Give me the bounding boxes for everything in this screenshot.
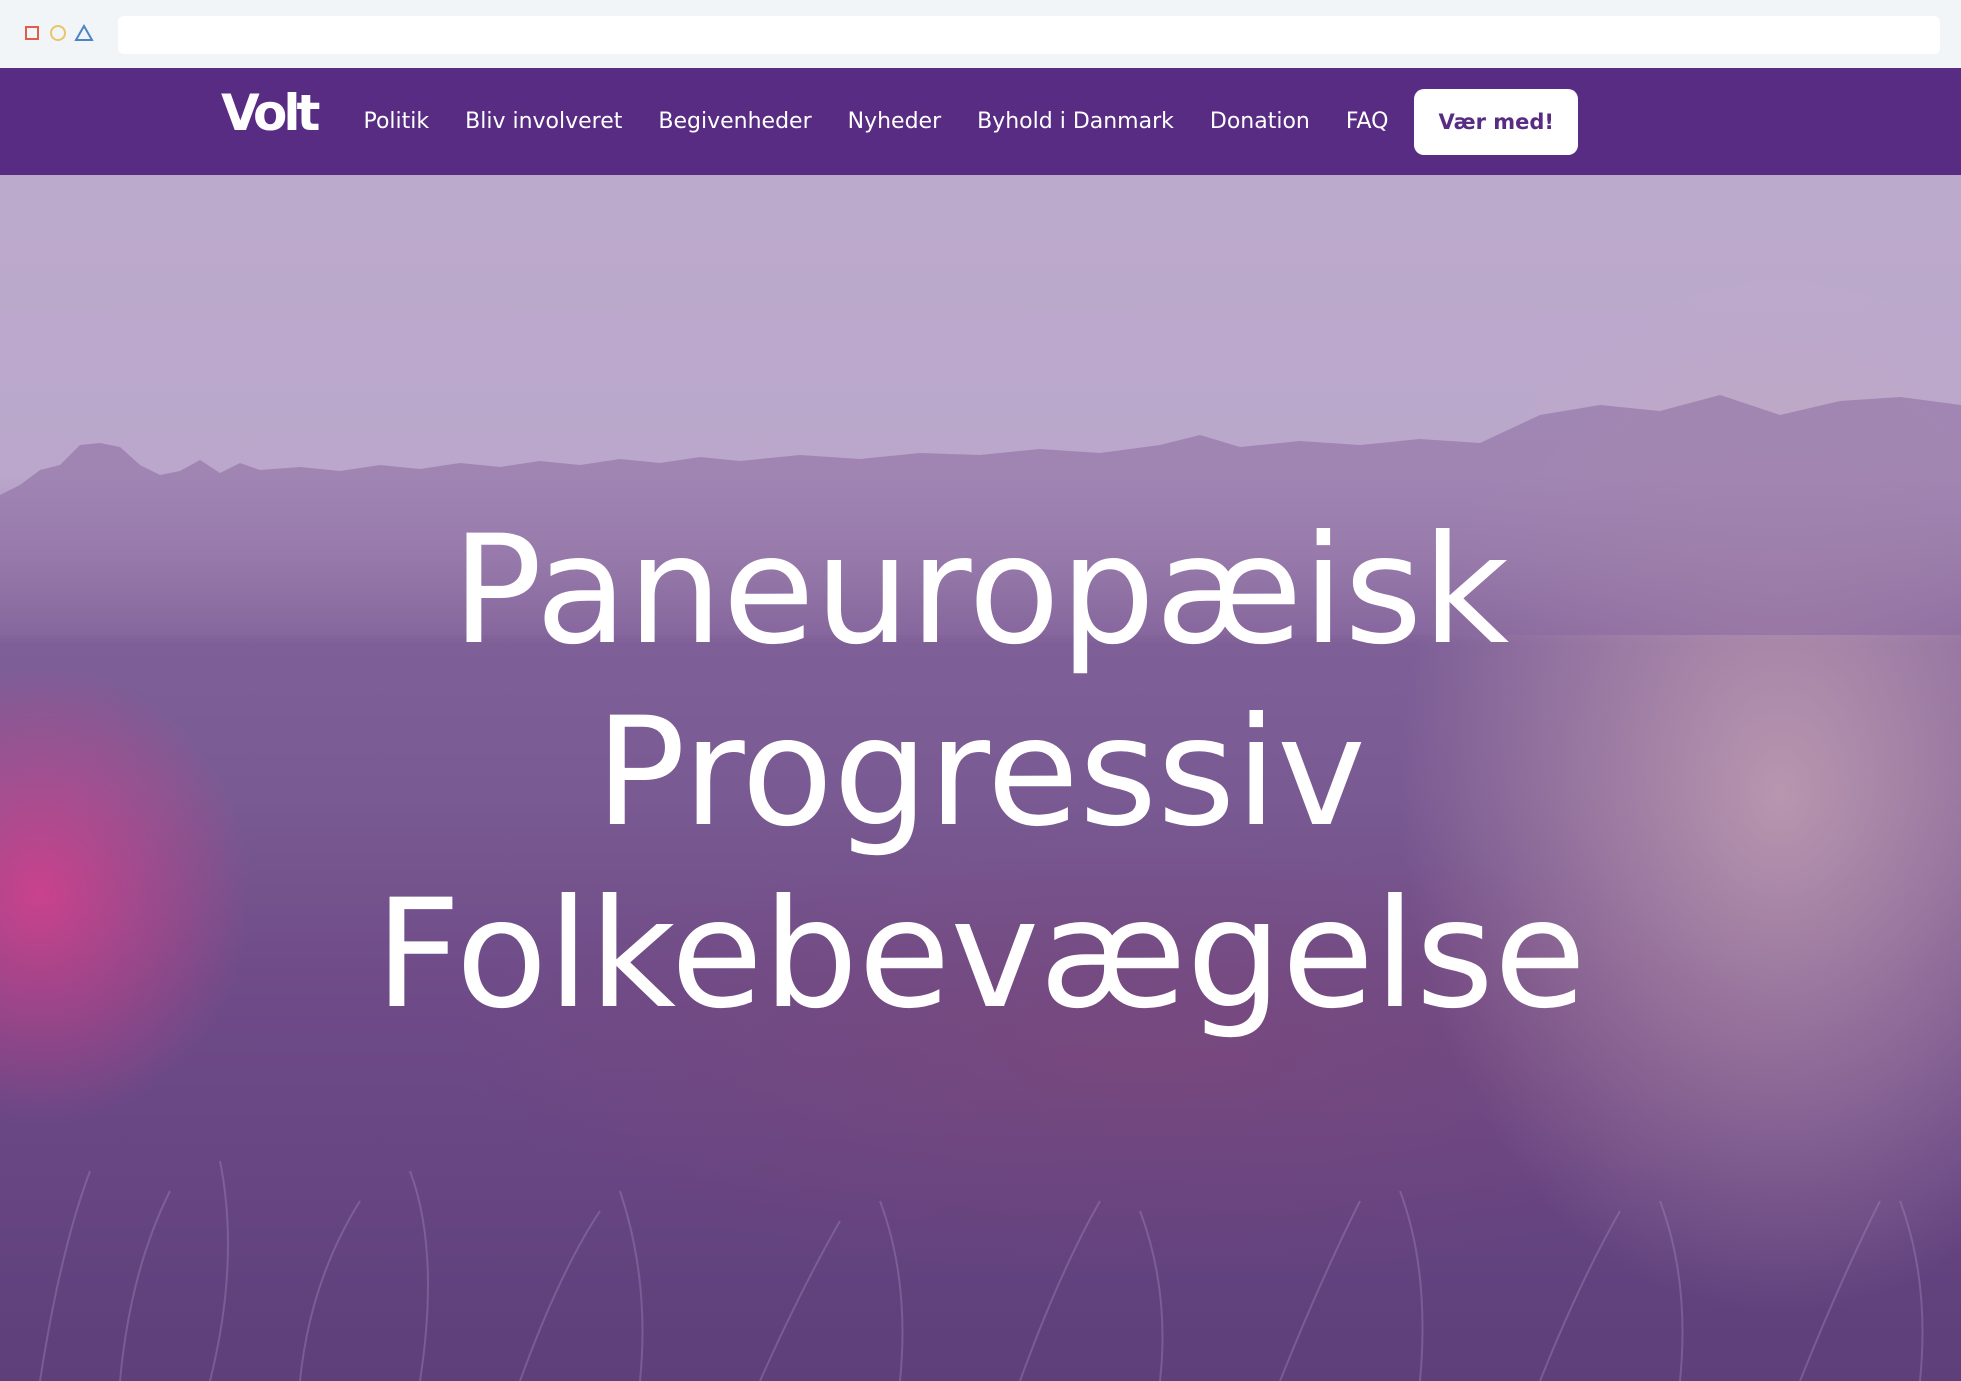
minimize-circle-icon[interactable] bbox=[50, 25, 66, 41]
browser-window: Volt Politik Bliv involveret Begivenhede… bbox=[0, 0, 1961, 1381]
hero-line-2: Progressiv bbox=[595, 686, 1366, 860]
browser-chrome bbox=[0, 0, 1961, 68]
nav-link-donation[interactable]: Donation bbox=[1210, 109, 1310, 134]
nav-link-begivenheder[interactable]: Begivenheder bbox=[658, 109, 811, 134]
address-bar[interactable] bbox=[118, 16, 1940, 54]
main-navigation: Volt Politik Bliv involveret Begivenhede… bbox=[0, 68, 1961, 175]
triangle-icon bbox=[74, 23, 94, 41]
hero-section: Paneuropæisk Progressiv Folkebevægelse bbox=[0, 175, 1961, 1381]
nav-link-faq[interactable]: FAQ bbox=[1346, 109, 1389, 134]
hero-headline: Paneuropæisk Progressiv Folkebevægelse bbox=[0, 500, 1961, 1046]
nav-link-byhold-i-danmark[interactable]: Byhold i Danmark bbox=[977, 109, 1174, 134]
nav-link-bliv-involveret[interactable]: Bliv involveret bbox=[465, 109, 622, 134]
maximize-triangle-icon[interactable] bbox=[74, 23, 94, 42]
volt-logo[interactable]: Volt bbox=[221, 88, 320, 138]
hero-line-1: Paneuropæisk bbox=[451, 504, 1510, 678]
grass-foreground bbox=[39, 1160, 1924, 1381]
close-square-icon[interactable] bbox=[25, 26, 39, 40]
page-viewport: Volt Politik Bliv involveret Begivenhede… bbox=[0, 68, 1961, 1381]
hero-line-3: Folkebevægelse bbox=[374, 868, 1587, 1042]
nav-link-politik[interactable]: Politik bbox=[363, 109, 429, 134]
nav-links: Politik Bliv involveret Begivenheder Nyh… bbox=[363, 68, 1578, 175]
nav-link-nyheder[interactable]: Nyheder bbox=[848, 109, 942, 134]
join-button[interactable]: Vær med! bbox=[1414, 88, 1578, 155]
